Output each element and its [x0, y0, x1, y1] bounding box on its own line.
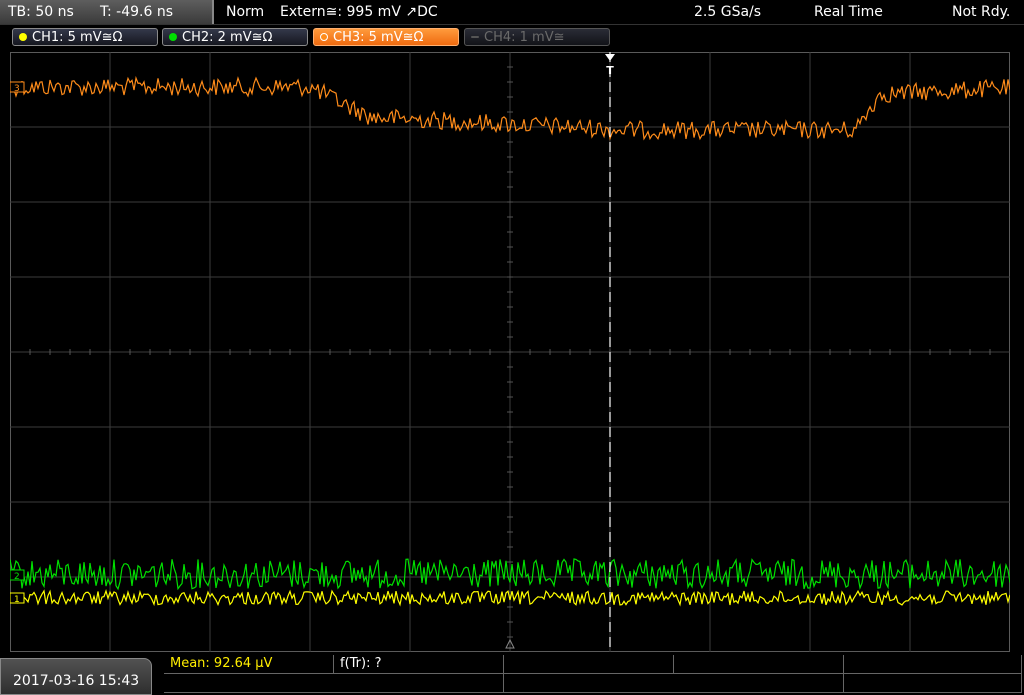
frequency-measurement: f(Tr): ? — [340, 656, 382, 671]
channel-3-marker-label: 3 — [14, 84, 20, 94]
channel-3-label: CH3: 5 mV≅Ω — [333, 29, 424, 45]
acquisition-state: Not Rdy. — [952, 4, 1011, 20]
datetime-readout: 2017-03-16 15:43 — [13, 673, 140, 689]
trigger-source[interactable]: Extern≅: 995 mV ↗DC — [280, 4, 438, 20]
channel-2-ground-marker[interactable]: 2 — [10, 569, 25, 582]
measurement-cell[interactable] — [844, 674, 1022, 693]
channel-1-label: CH1: 5 mV≅Ω — [32, 29, 123, 45]
channel-4-dash-icon — [471, 36, 479, 38]
sample-rate: 2.5 GSa/s — [694, 4, 762, 20]
channel-bar: CH1: 5 mV≅Ω CH2: 2 mV≅Ω CH3: 5 mV≅Ω CH4:… — [0, 24, 1024, 51]
measurement-table: Mean: 92.64 μV f(Tr): ? — [164, 655, 1022, 693]
channel-2-label: CH2: 2 mV≅Ω — [182, 29, 273, 45]
channel-3-button[interactable]: CH3: 5 mV≅Ω — [313, 28, 459, 46]
datetime-box: 2017-03-16 15:43 — [0, 658, 152, 695]
channel-4-label: CH4: 1 mV≅ — [484, 29, 565, 45]
channel-2-dot-icon — [169, 33, 177, 41]
channel-1-ground-marker[interactable]: 1 — [10, 592, 25, 605]
measurement-cell[interactable] — [674, 655, 844, 674]
graticule — [10, 52, 1010, 652]
mean-measurement: Mean: 92.64 μV — [170, 656, 273, 671]
measurement-bar: 2017-03-16 15:43 Mean: 92.64 μV f(Tr): ? — [0, 655, 1024, 695]
measurement-cell[interactable] — [164, 674, 504, 693]
channel-2-marker-label: 2 — [14, 572, 20, 582]
trigger-marker-label: T — [606, 64, 614, 77]
trigger-arrow-icon — [605, 54, 615, 61]
channel-3-ground-marker[interactable]: 3 — [10, 81, 25, 94]
timebase-readout: TB: 50 ns — [8, 4, 74, 20]
measurement-cell[interactable] — [504, 674, 844, 693]
channel-1-button[interactable]: CH1: 5 mV≅Ω — [12, 28, 158, 46]
status-bar: TB: 50 ns T: -49.6 ns Norm Extern≅: 995 … — [0, 0, 1024, 24]
measurement-cell[interactable] — [844, 655, 1022, 674]
timebase-box[interactable]: TB: 50 ns T: -49.6 ns — [0, 0, 214, 24]
acquisition-mode: Real Time — [814, 4, 883, 20]
waveform-display[interactable]: T 3 2 1 — [10, 52, 1010, 652]
channel-1-dot-icon — [19, 33, 27, 41]
channel-4-button[interactable]: CH4: 1 mV≅ — [464, 28, 610, 46]
trigger-mode[interactable]: Norm — [226, 4, 264, 20]
measurement-cell[interactable] — [504, 655, 674, 674]
channel-1-marker-label: 1 — [14, 595, 20, 605]
trigger-offset-readout: T: -49.6 ns — [100, 4, 174, 20]
channel-3-dot-icon — [320, 33, 328, 41]
channel-2-button[interactable]: CH2: 2 mV≅Ω — [162, 28, 308, 46]
trigger-position-marker[interactable]: T — [605, 54, 615, 77]
